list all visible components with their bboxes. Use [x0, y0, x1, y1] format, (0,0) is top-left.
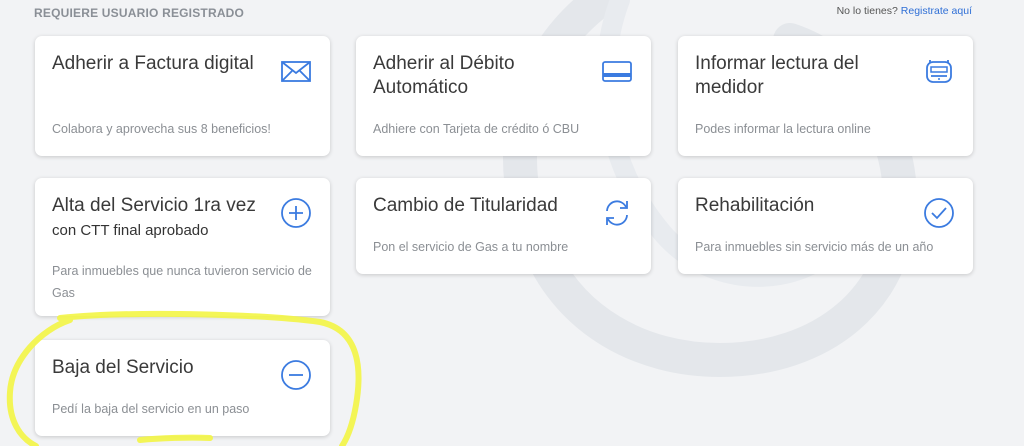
card-debito-automatico[interactable]: Adherir al Débito Automático Adhiere con… — [356, 36, 651, 156]
card-baja-servicio[interactable]: Baja del Servicio Pedí la baja del servi… — [35, 340, 330, 436]
card-title: Baja del Servicio — [52, 357, 194, 378]
card-description: Para inmuebles sin servicio más de un añ… — [695, 240, 934, 254]
card-title: Cambio de Titularidad — [373, 195, 558, 216]
register-link[interactable]: Registrate aquí — [901, 5, 972, 17]
card-title: Rehabilitación — [695, 195, 815, 216]
card-cambio-titularidad[interactable]: Cambio de Titularidad Pon el servicio de… — [356, 178, 651, 274]
minus-circle-icon — [279, 358, 313, 392]
card-title: Alta del Servicio 1ra vez — [52, 195, 256, 216]
register-prompt: No lo tienes? Registrate aquí — [837, 5, 972, 17]
card-description: Podes informar la lectura online — [695, 122, 871, 136]
card-title: Informar lectura del medidor — [695, 53, 859, 98]
card-title: Adherir al Débito Automático — [373, 53, 515, 98]
card-subtitle: con CTT final aprobado — [52, 222, 209, 239]
gas-meter-icon — [922, 54, 956, 88]
card-description: Pon el servicio de Gas a tu nombre — [373, 240, 569, 254]
card-alta-servicio[interactable]: Alta del Servicio 1ra vez con CTT final … — [35, 178, 330, 316]
card-informar-lectura[interactable]: Informar lectura del medidor Podes infor… — [678, 36, 973, 156]
check-circle-icon — [922, 196, 956, 230]
card-factura-digital[interactable]: Adherir a Factura digital Colabora y apr… — [35, 36, 330, 156]
card-rehabilitacion[interactable]: Rehabilitación Para inmuebles sin servic… — [678, 178, 973, 274]
refresh-icon — [600, 196, 634, 230]
credit-card-icon — [600, 54, 634, 88]
envelope-icon — [279, 54, 313, 88]
card-title: Adherir a Factura digital — [52, 53, 254, 74]
section-label: REQUIERE USUARIO REGISTRADO — [34, 6, 245, 20]
card-description: Para inmuebles que nunca tuvieron servic… — [52, 264, 312, 300]
card-description: Adhiere con Tarjeta de crédito ó CBU — [373, 122, 580, 136]
card-description: Pedí la baja del servicio en un paso — [52, 402, 250, 416]
register-prompt-text: No lo tienes? — [836, 5, 898, 17]
card-description: Colabora y aprovecha sus 8 beneficios! — [52, 122, 271, 136]
plus-circle-icon — [279, 196, 313, 230]
